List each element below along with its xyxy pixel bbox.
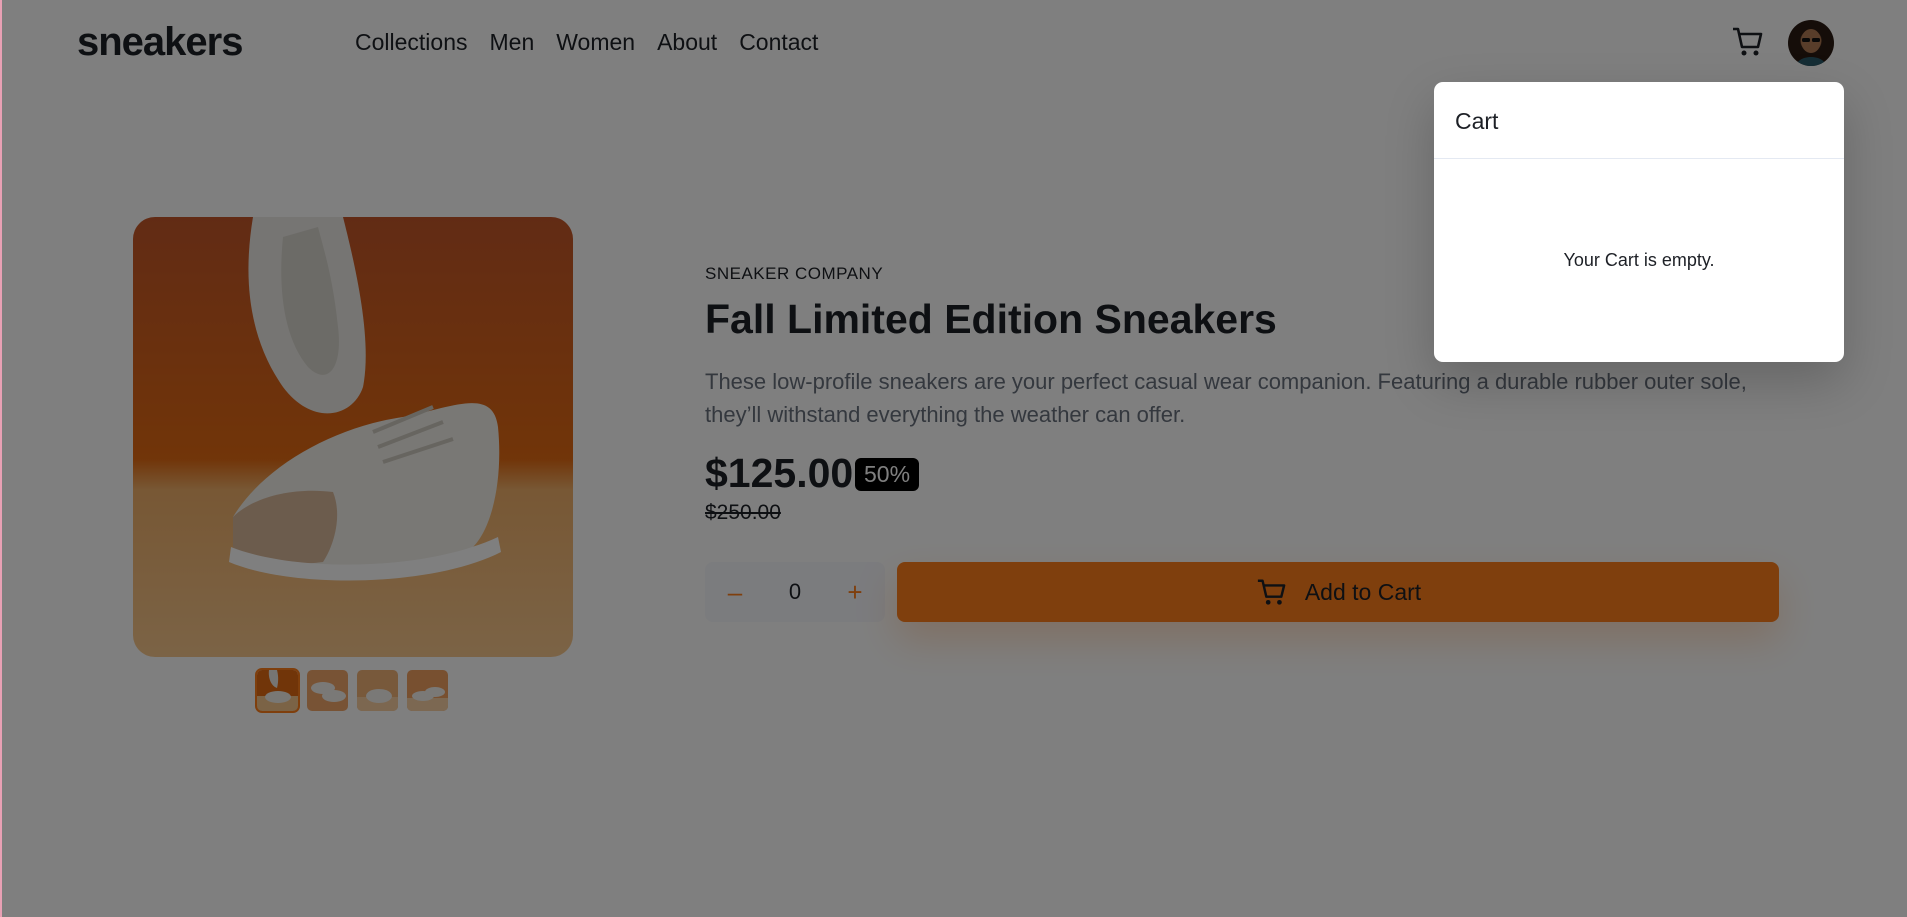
cart-title: Cart — [1455, 108, 1499, 134]
cart-divider — [1434, 158, 1844, 159]
cart-empty-message: Your Cart is empty. — [1563, 250, 1715, 270]
cart-dropdown: Cart Your Cart is empty. — [1434, 82, 1844, 362]
page-edge — [0, 0, 2, 917]
